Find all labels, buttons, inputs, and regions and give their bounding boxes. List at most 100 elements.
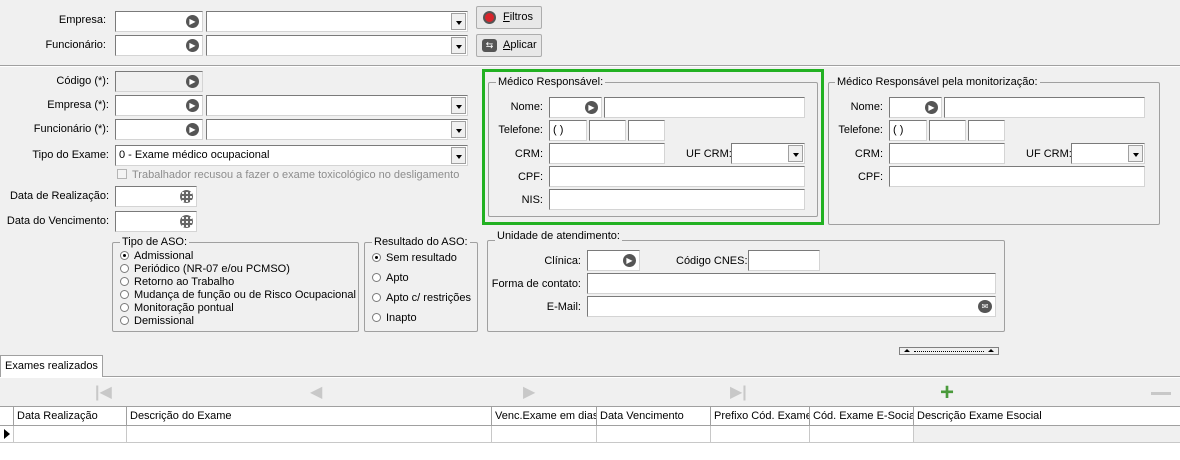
table-cell[interactable] <box>914 426 1180 443</box>
monit-crm-input[interactable] <box>889 143 1005 164</box>
contato-input[interactable] <box>587 273 996 294</box>
aso-option-admissional[interactable]: Admissional <box>120 250 193 263</box>
table-cell[interactable] <box>14 426 127 443</box>
monit-ddd-input[interactable]: ( ) <box>889 120 927 141</box>
resultado-option-inapto[interactable]: Inapto <box>372 312 417 325</box>
chevron-down-icon[interactable] <box>451 13 466 30</box>
monit-cpf-input[interactable] <box>889 166 1145 187</box>
resultado-option-sem[interactable]: Sem resultado <box>372 252 457 265</box>
medico-crm-input[interactable] <box>549 143 665 164</box>
lookup-icon[interactable]: ▶ <box>186 123 199 136</box>
medico-uf-crm-select[interactable] <box>731 143 805 164</box>
lookup-icon[interactable]: ▶ <box>585 101 598 114</box>
filter-funcionario-select[interactable] <box>206 35 468 56</box>
prior-record-icon[interactable]: ◀ <box>310 385 322 401</box>
clinica-code-input[interactable]: ▶ <box>587 250 640 271</box>
monit-telefone-part1-input[interactable] <box>929 120 966 141</box>
monit-nome-input[interactable] <box>944 97 1145 118</box>
col-prefixo-cod-exame[interactable]: Prefixo Cód. Exame <box>711 407 810 426</box>
funcionario-code-input[interactable]: ▶ <box>115 119 203 140</box>
row-indicator[interactable] <box>0 426 14 443</box>
lookup-icon[interactable]: ▶ <box>925 101 938 114</box>
chevron-down-icon[interactable] <box>451 97 466 114</box>
data-vencimento-input[interactable] <box>115 211 197 232</box>
col-descricao-exame[interactable]: Descrição do Exame <box>127 407 492 426</box>
col-descricao-exame-esocial[interactable]: Descrição Exame Esocial <box>914 407 1180 426</box>
chevron-down-icon[interactable] <box>1128 145 1143 162</box>
lookup-icon[interactable]: ▶ <box>623 254 636 267</box>
add-record-icon[interactable]: + <box>940 381 954 405</box>
radio-button[interactable] <box>120 303 129 312</box>
empresa-code-input[interactable]: ▶ <box>115 95 203 116</box>
cnes-input[interactable] <box>748 250 820 271</box>
mail-icon[interactable]: ✉ <box>978 300 992 313</box>
table-cell[interactable] <box>127 426 492 443</box>
aso-option-demissional[interactable]: Demissional <box>120 315 194 328</box>
empresa-select[interactable] <box>206 95 468 116</box>
toxico-label: Trabalhador recusou a fazer o exame toxi… <box>132 169 460 181</box>
tipo-exame-select[interactable]: 0 - Exame médico ocupacional <box>115 145 468 166</box>
lookup-icon[interactable]: ▶ <box>186 99 199 112</box>
filter-funcionario-code-input[interactable]: ▶ <box>115 35 203 56</box>
col-data-vencimento[interactable]: Data Vencimento <box>597 407 711 426</box>
funcionario-select[interactable] <box>206 119 468 140</box>
medico-nome-input[interactable] <box>604 97 805 118</box>
tab-exames-realizados[interactable]: Exames realizados <box>0 355 103 377</box>
medico-nome-code-input[interactable]: ▶ <box>549 97 602 118</box>
last-record-icon[interactable]: ▶| <box>730 385 747 401</box>
lookup-icon[interactable]: ▶ <box>186 39 199 52</box>
delete-record-icon[interactable] <box>1151 392 1171 395</box>
table-cell[interactable] <box>597 426 711 443</box>
data-realizacao-input[interactable] <box>115 186 197 207</box>
splitter-handle[interactable] <box>899 347 999 355</box>
filter-empresa-select[interactable] <box>206 11 468 32</box>
aso-option-retorno[interactable]: Retorno ao Trabalho <box>120 276 234 289</box>
medico-telefone-part2-input[interactable] <box>628 120 665 141</box>
radio-button[interactable] <box>120 251 129 260</box>
aso-option-monitoracao[interactable]: Monitoração pontual <box>120 302 234 315</box>
monit-nome-code-input[interactable]: ▶ <box>889 97 942 118</box>
table-cell[interactable] <box>492 426 597 443</box>
chevron-down-icon[interactable] <box>451 37 466 54</box>
lookup-icon[interactable]: ▶ <box>186 75 199 88</box>
resultado-option-apto[interactable]: Apto <box>372 272 409 285</box>
medico-cpf-input[interactable] <box>549 166 805 187</box>
radio-button[interactable] <box>120 316 129 325</box>
filter-empresa-code-input[interactable]: ▶ <box>115 11 203 32</box>
chevron-down-icon[interactable] <box>788 145 803 162</box>
col-venc-exame-dias[interactable]: Venc.Exame em dias <box>492 407 597 426</box>
radio-button[interactable] <box>120 264 129 273</box>
divider <box>0 65 1180 67</box>
medico-nis-input[interactable] <box>549 189 805 210</box>
table-cell[interactable] <box>711 426 810 443</box>
radio-button[interactable] <box>372 293 381 302</box>
radio-button[interactable] <box>372 273 381 282</box>
resultado-option-apto-restricoes[interactable]: Apto c/ restrições <box>372 292 471 305</box>
radio-button[interactable] <box>120 277 129 286</box>
col-data-realizacao[interactable]: Data Realização <box>14 407 127 426</box>
calendar-icon[interactable] <box>180 215 193 228</box>
aso-option-periodico[interactable]: Periódico (NR-07 e/ou PCMSO) <box>120 263 290 276</box>
lookup-icon[interactable]: ▶ <box>186 15 199 28</box>
radio-button[interactable] <box>372 253 381 262</box>
medico-telefone-part1-input[interactable] <box>589 120 626 141</box>
col-cod-exame-esocial[interactable]: Cód. Exame E-Social <box>810 407 914 426</box>
monit-telefone-part2-input[interactable] <box>968 120 1005 141</box>
filtros-button[interactable]: Filtros <box>476 6 542 29</box>
aplicar-button[interactable]: ⇆ Aplicar <box>476 34 542 57</box>
monit-uf-crm-select[interactable] <box>1071 143 1145 164</box>
aso-option-mudanca[interactable]: Mudança de função ou de Risco Ocupaciona… <box>120 289 356 302</box>
calendar-icon[interactable] <box>180 190 193 203</box>
toxico-checkbox[interactable] <box>117 169 127 179</box>
radio-button[interactable] <box>120 290 129 299</box>
chevron-down-icon[interactable] <box>451 121 466 138</box>
table-cell[interactable] <box>810 426 914 443</box>
next-record-icon[interactable]: ▶ <box>523 385 535 401</box>
first-record-icon[interactable]: |◀ <box>95 385 112 401</box>
chevron-down-icon[interactable] <box>451 147 466 164</box>
codigo-input[interactable]: ▶ <box>115 71 203 92</box>
email-input[interactable]: ✉ <box>587 296 996 317</box>
toxico-checkbox-row[interactable]: Trabalhador recusou a fazer o exame toxi… <box>117 168 459 182</box>
radio-button[interactable] <box>372 313 381 322</box>
medico-ddd-input[interactable]: ( ) <box>549 120 587 141</box>
